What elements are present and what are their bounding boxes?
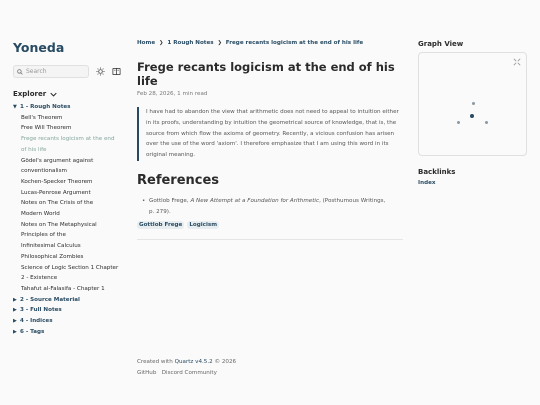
search-icon: [17, 68, 23, 75]
explorer-file[interactable]: of his life: [13, 145, 125, 156]
explorer-file[interactable]: conventionalism: [13, 166, 125, 177]
explorer-folder-label: 3 - Full Notes: [20, 307, 62, 314]
explorer-file[interactable]: Tahafut al-Falasifa - Chapter 1: [13, 284, 125, 295]
read-time: 1 min read: [177, 91, 208, 97]
reference-rest: , (Posthumous Writings,: [319, 197, 386, 204]
left-sidebar: Yoneda Search Explorer ▼ 1 - Rough Notes B…: [13, 40, 125, 337]
quote-line: original meaning.: [146, 152, 195, 159]
explorer-file[interactable]: Notes on The Crisis of the: [13, 198, 125, 209]
right-sidebar: Graph View Backlinks Index: [418, 40, 528, 186]
divider: [137, 239, 403, 241]
search-placeholder: Search: [26, 68, 47, 75]
footer-created-prefix: Created with: [137, 359, 175, 365]
tag-gottlob-frege[interactable]: Gottlob Frege: [137, 221, 185, 230]
reference-title: A New Attempt at a Foundation for Arithm…: [190, 197, 320, 204]
explorer-file[interactable]: Philosophical Zombies: [13, 252, 125, 263]
breadcrumb: Home ❯ 1 Rough Notes ❯ Frege recants log…: [137, 40, 407, 46]
site-title[interactable]: Yoneda: [13, 40, 125, 55]
graph-view-title: Graph View: [418, 40, 464, 48]
chevron-right-icon: ▶: [13, 328, 17, 335]
chevron-right-icon: ▶: [13, 307, 17, 314]
explorer-folder[interactable]: ▶ 4 - Indices: [13, 316, 125, 327]
quote-line: source from which flow the axioms of geo…: [146, 130, 395, 137]
book-icon: [112, 67, 120, 76]
footer-credit: Created with Quartz v4.5.2 © 2026: [137, 357, 236, 368]
quote-line: over the use of the word 'axiom'. I ther…: [146, 141, 389, 148]
chevron-right-icon: ▶: [13, 296, 17, 303]
explorer-file[interactable]: Kochen-Specker Theorem: [13, 177, 125, 188]
graph-view[interactable]: [418, 52, 527, 156]
chevron-down-icon: [50, 92, 57, 97]
darkmode-toggle[interactable]: [95, 67, 105, 77]
tag-list: Gottlob Frege Logicism: [137, 221, 407, 230]
explorer-label: Explorer: [13, 90, 47, 98]
footer-links: GitHub Discord Community: [137, 368, 236, 379]
explorer-file[interactable]: Free Will Theorem: [13, 123, 125, 134]
footer: Created with Quartz v4.5.2 © 2026 GitHub…: [137, 357, 236, 379]
explorer-file[interactable]: Frege recants logicism at the end: [13, 134, 125, 145]
references-list: Gottlob Frege, A New Attempt at a Founda…: [137, 196, 407, 217]
discord-link[interactable]: Discord Community: [162, 370, 217, 376]
explorer-toggle[interactable]: Explorer: [13, 90, 125, 98]
breadcrumb-home[interactable]: Home: [137, 40, 155, 46]
explorer-file[interactable]: Science of Logic Section 1 Chapter: [13, 263, 125, 274]
expand-graph-icon[interactable]: [513, 58, 521, 66]
github-link[interactable]: GitHub: [137, 370, 156, 376]
breadcrumb-current[interactable]: Frege recants logicism at the end of his…: [226, 40, 363, 46]
main-content: Home ❯ 1 Rough Notes ❯ Frege recants log…: [137, 40, 407, 241]
reference-item: Gottlob Frege, A New Attempt at a Founda…: [142, 196, 407, 217]
graph-node-current[interactable]: [470, 114, 474, 118]
explorer-folder[interactable]: ▶ 6 - Tags: [13, 327, 125, 338]
explorer-file[interactable]: Modern World: [13, 209, 125, 220]
breadcrumb-folder[interactable]: 1 Rough Notes: [167, 40, 213, 46]
search-input[interactable]: Search: [13, 65, 89, 78]
graph-node[interactable]: [485, 121, 488, 124]
quartz-link[interactable]: Quartz v4.5.2: [175, 359, 213, 365]
references-heading: References: [137, 172, 220, 188]
graph-node[interactable]: [457, 121, 460, 124]
explorer-folder-label: 2 - Source Material: [20, 296, 80, 303]
explorer-folder-label: 4 - Indices: [20, 318, 53, 325]
explorer-file[interactable]: Notes on The Metaphysical: [13, 220, 125, 231]
footer-created-suffix: © 2026: [212, 359, 237, 365]
explorer-tree: ▼ 1 - Rough Notes Bell's Theorem Free Will …: [13, 102, 125, 337]
explorer-file[interactable]: Principles of the: [13, 230, 125, 241]
explorer-folder-label: 1 - Rough Notes: [20, 104, 71, 110]
explorer-file[interactable]: Gödel's argument against: [13, 156, 125, 167]
sun-icon: [95, 67, 105, 76]
explorer-file[interactable]: 2 - Existence: [13, 273, 125, 284]
explorer-file[interactable]: Infinitesimal Calculus: [13, 241, 125, 252]
graph-node[interactable]: [472, 102, 475, 105]
reference-author: Gottlob Frege,: [149, 197, 191, 204]
tag-logicism[interactable]: Logicism: [187, 221, 220, 230]
blockquote: I have had to abandon the view that arit…: [137, 107, 407, 161]
chevron-down-icon: ▼: [13, 104, 17, 110]
explorer-folder[interactable]: ▼ 1 - Rough Notes: [13, 102, 125, 113]
page-title: Frege recants logicism at the end of his…: [137, 60, 395, 88]
sidebar-tools: Search: [13, 65, 125, 78]
quote-line: in its proofs, understanding by intuitio…: [146, 119, 397, 126]
article-date: Feb 28, 2026: [137, 91, 174, 97]
explorer-folder[interactable]: ▶ 2 - Source Material: [13, 295, 125, 306]
backlinks-title: Backlinks: [418, 168, 456, 176]
chevron-right-icon: ❯: [159, 40, 164, 46]
backlink-index[interactable]: Index: [418, 180, 528, 186]
explorer-file[interactable]: Bell's Theorem: [13, 113, 125, 124]
chevron-right-icon: ❯: [217, 40, 222, 46]
explorer-folder-label: 6 - Tags: [20, 328, 45, 335]
quote-line: I have had to abandon the view that arit…: [146, 109, 399, 115]
reference-pages: p. 279).: [149, 208, 171, 215]
reader-mode-toggle[interactable]: [111, 67, 121, 77]
chevron-right-icon: ▶: [13, 318, 17, 325]
article-meta: Feb 28, 2026, 1 min read: [137, 91, 208, 97]
explorer-file[interactable]: Lucas-Penrose Argument: [13, 188, 125, 199]
explorer-folder[interactable]: ▶ 3 - Full Notes: [13, 305, 125, 316]
